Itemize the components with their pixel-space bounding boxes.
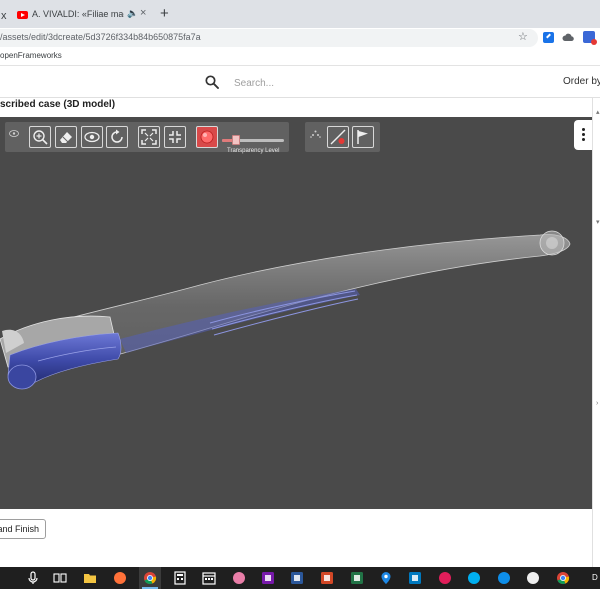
points-icon[interactable] xyxy=(310,125,321,138)
taskbar-clock[interactable]: D xyxy=(592,573,598,582)
browser-toolbar: /assets/edit/3dcreate/5d3726f334b84b6508… xyxy=(0,28,600,48)
file-explorer-icon[interactable] xyxy=(83,571,97,585)
viewer-menu-button[interactable] xyxy=(574,120,592,150)
browser-tab-strip: x A. VIVALDI: «Filiae maestae 🔈 × + xyxy=(0,0,600,28)
os-taskbar: D xyxy=(0,567,600,589)
tab-close-icon[interactable]: × xyxy=(140,7,146,19)
visibility-small-icon[interactable] xyxy=(9,124,19,137)
trello-icon[interactable] xyxy=(408,571,422,585)
search-input[interactable] xyxy=(234,75,434,91)
bookmark-item[interactable]: openFrameworks xyxy=(0,51,62,60)
fullscreen-icon[interactable] xyxy=(138,126,160,148)
color-picker-icon[interactable] xyxy=(196,126,218,148)
kebab-dot-icon xyxy=(582,133,585,136)
no-fill-icon[interactable] xyxy=(327,126,349,148)
profile-extension-icon[interactable] xyxy=(583,31,597,45)
panel-marker-icon: › xyxy=(596,400,599,407)
order-by-label[interactable]: Order by xyxy=(563,76,600,87)
slack-icon[interactable] xyxy=(438,571,452,585)
address-bar[interactable]: /assets/edit/3dcreate/5d3726f334b84b6508… xyxy=(0,29,538,47)
skype-icon[interactable] xyxy=(467,571,481,585)
excel-icon[interactable] xyxy=(350,571,364,585)
panel-marker-icon: ▾ xyxy=(596,219,600,226)
panel-marker-icon: ▴ xyxy=(596,109,600,116)
save-and-finish-button[interactable]: and Finish xyxy=(0,519,46,539)
transparency-slider[interactable] xyxy=(222,135,284,145)
bookmarks-bar: openFrameworks xyxy=(0,48,600,66)
word-icon[interactable] xyxy=(290,571,304,585)
transparency-slider-thumb[interactable] xyxy=(232,135,241,145)
right-panel-edge: ▴ ▾ › xyxy=(592,98,600,567)
kebab-dot-icon xyxy=(582,138,585,141)
search-icon[interactable] xyxy=(205,75,219,89)
kebab-dot-icon xyxy=(582,128,585,131)
app-b-icon[interactable] xyxy=(526,571,540,585)
viewer-toolbar-left: Transparency Level xyxy=(5,122,289,154)
bookmark-star-icon[interactable]: ☆ xyxy=(518,30,528,43)
maps-icon[interactable] xyxy=(379,571,393,585)
chrome-profile-icon[interactable] xyxy=(556,571,570,585)
cloud-extension-icon[interactable] xyxy=(562,32,574,42)
model-viewer[interactable]: Transparency Level xyxy=(0,117,592,509)
3d-model-render[interactable] xyxy=(0,117,592,509)
app-header: Order by xyxy=(0,66,600,98)
paint-icon[interactable] xyxy=(232,571,246,585)
calculator-icon[interactable] xyxy=(173,571,187,585)
fit-icon[interactable] xyxy=(164,126,186,148)
eraser-icon[interactable] xyxy=(55,126,77,148)
tab-title: A. VIVALDI: «Filiae maestae xyxy=(32,9,124,19)
calendar-icon[interactable] xyxy=(202,571,216,585)
firefox-icon[interactable] xyxy=(113,571,127,585)
chrome-icon[interactable] xyxy=(143,571,157,585)
eye-icon[interactable] xyxy=(81,126,103,148)
viewer-toolbar-right xyxy=(305,122,380,152)
new-tab-button[interactable]: + xyxy=(160,6,169,22)
url-text[interactable]: /assets/edit/3dcreate/5d3726f334b84b6508… xyxy=(0,32,201,42)
mic-icon[interactable] xyxy=(26,571,40,585)
task-view-icon[interactable] xyxy=(53,571,67,585)
powerpoint-icon[interactable] xyxy=(320,571,334,585)
flag-icon[interactable] xyxy=(352,126,374,148)
teamviewer-icon[interactable] xyxy=(497,571,511,585)
page-title: scribed case (3D model) xyxy=(0,99,116,110)
zoom-icon[interactable] xyxy=(29,126,51,148)
youtube-favicon-icon xyxy=(17,11,28,19)
transparency-label: Transparency Level xyxy=(227,148,280,154)
extension-arrow-icon[interactable] xyxy=(543,32,554,43)
onenote-icon[interactable] xyxy=(261,571,275,585)
rotate-icon[interactable] xyxy=(106,126,128,148)
speaker-icon[interactable]: 🔈 xyxy=(127,8,138,19)
active-tab[interactable]: A. VIVALDI: «Filiae maestae 🔈 × xyxy=(13,5,153,28)
